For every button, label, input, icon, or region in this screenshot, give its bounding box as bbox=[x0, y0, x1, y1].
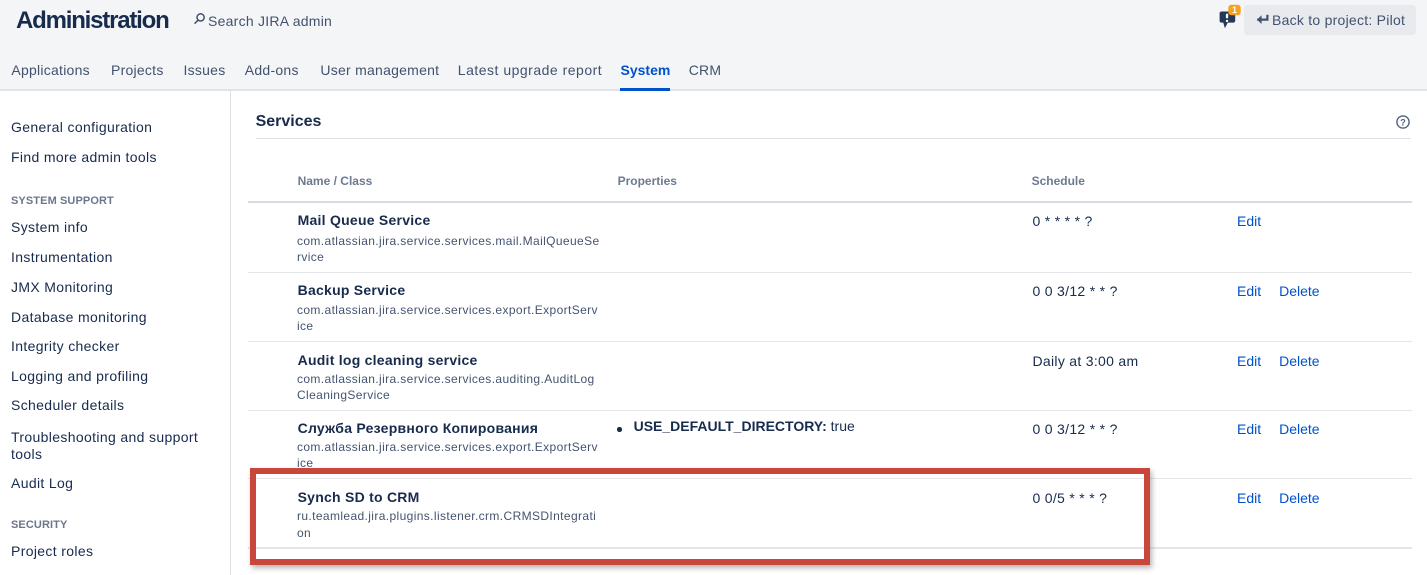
svg-text:?: ? bbox=[1400, 117, 1406, 127]
svg-text:1: 1 bbox=[1232, 5, 1237, 15]
